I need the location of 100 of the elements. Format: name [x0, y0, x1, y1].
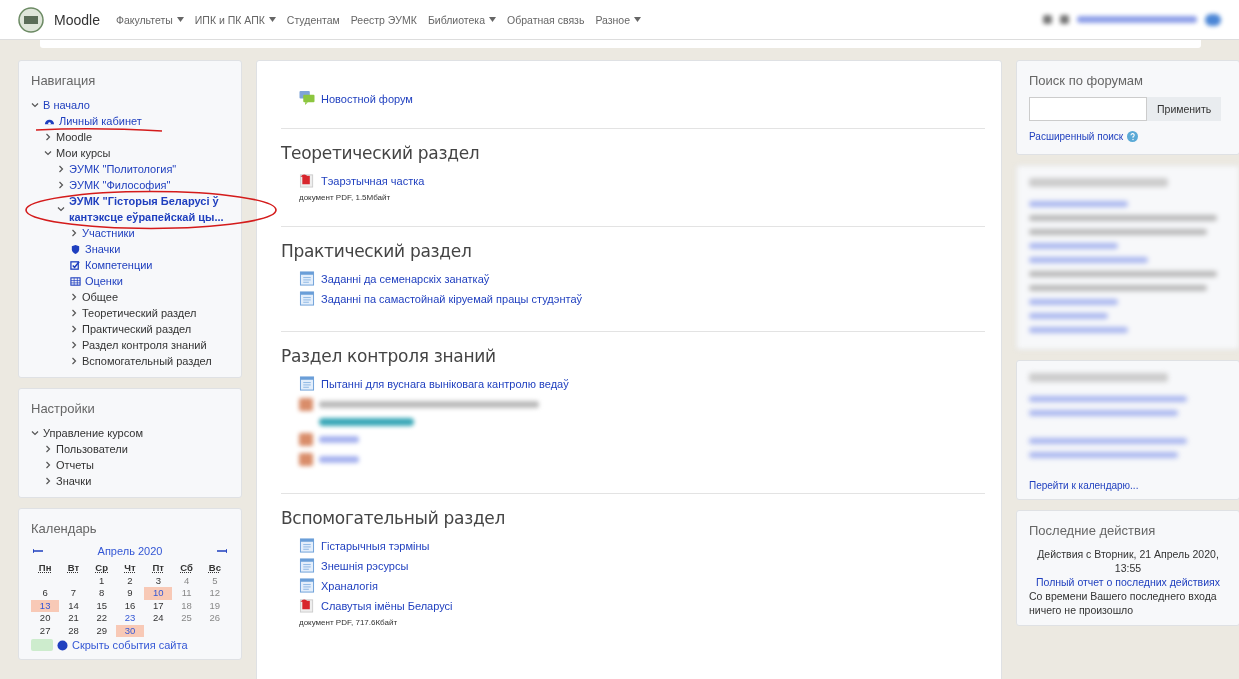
nav-item[interactable]: Общее	[82, 289, 119, 305]
document-page-icon	[299, 538, 315, 553]
apply-button[interactable]: Применить	[1147, 97, 1222, 121]
eye-icon[interactable]	[31, 639, 53, 652]
blurred-text	[319, 436, 359, 443]
menu-link[interactable]: Обратная связь	[507, 13, 585, 26]
caret-icon	[176, 17, 184, 22]
nav-item[interactable]: Раздел контроля знаний	[82, 337, 207, 353]
caret-icon	[268, 17, 276, 22]
month-link[interactable]: Апрель 2020	[97, 545, 163, 557]
advanced-search-link[interactable]: Расширенный поиск	[1029, 131, 1124, 142]
blurred-icon	[299, 453, 313, 466]
menu-link[interactable]: ИПК и ПК АПК	[194, 13, 276, 26]
menu-link[interactable]: Реестр ЭУМК	[350, 13, 417, 26]
full-report-link[interactable]: Полный отчет о последних действиях	[1029, 575, 1227, 589]
activity-link[interactable]: Тэарэтычная частка	[321, 174, 425, 187]
calendar-day: 8	[87, 587, 116, 600]
nav-item[interactable]: Moodle	[56, 129, 93, 145]
calendar-day: 5	[200, 575, 229, 588]
nav-item[interactable]: Значки	[85, 241, 121, 257]
nav-item[interactable]: В начало	[43, 97, 90, 113]
weekday-label: Вс	[207, 561, 222, 575]
caret-icon	[634, 17, 642, 22]
calendar-day: 15	[87, 599, 116, 613]
nav-item[interactable]: Компетенции	[85, 257, 153, 273]
search-field[interactable]	[1029, 97, 1147, 121]
calendar-day: 25	[172, 612, 201, 625]
nav-item[interactable]: Мои курсы	[56, 145, 111, 161]
calendar-day: 28	[59, 624, 88, 638]
calendar-day: 4	[172, 575, 201, 588]
shield-icon	[70, 243, 81, 255]
nav-item[interactable]: Отчеты	[56, 457, 95, 473]
calendar-day: 17	[144, 599, 173, 613]
calendar-day: 11	[172, 587, 201, 600]
file-info: документ PDF, 1.5Мбайт	[299, 193, 392, 202]
block-title: Поиск по форумам	[1029, 73, 1144, 88]
no-activity-text: Со времени Вашего последнего входа ничего не произошло	[1029, 589, 1218, 617]
calendar-day: 19	[200, 599, 229, 613]
calendar-day: 3	[144, 575, 173, 588]
previous-month-icon	[33, 548, 43, 554]
calendar-day: 22	[87, 612, 116, 625]
document-page-icon	[299, 291, 315, 306]
calendar-day: 2	[115, 575, 145, 588]
pdf-file-icon	[299, 173, 315, 188]
activity-link[interactable]: Заданні да семенарскіх занаткаў	[321, 272, 490, 285]
menu-link[interactable]: Разное	[595, 13, 642, 26]
pdf-file-icon	[299, 598, 315, 613]
document-page-icon	[299, 578, 315, 593]
menu-link[interactable]: Студентам	[286, 13, 340, 26]
go-to-calendar-link[interactable]: Перейти к календарю...	[1029, 480, 1227, 491]
section-title: Практический раздел	[281, 241, 473, 261]
section-title: Раздел контроля знаний	[281, 346, 497, 366]
calendar-day: 29	[87, 624, 116, 638]
weekday-label: Вт	[66, 561, 81, 575]
site-name[interactable]: Moodle	[54, 11, 100, 28]
document-page-icon	[299, 558, 315, 573]
activity-link[interactable]: Новостной форум	[321, 92, 413, 105]
help-icon	[1127, 131, 1139, 142]
nav-item[interactable]: Значки	[56, 473, 92, 489]
nav-item[interactable]: Теоретический раздел	[82, 305, 197, 321]
activity-link[interactable]: Славутыя імёны Беларусі	[321, 599, 453, 612]
calendar-day: 6	[31, 587, 60, 600]
blurred-icon	[299, 398, 313, 411]
activity-link[interactable]: Пытанні для вуснага выніковага кантролю ведаў	[321, 377, 569, 390]
blurred-text	[319, 456, 359, 463]
calendar-day: 24	[144, 612, 173, 625]
checkbox-icon	[70, 259, 81, 271]
calendar-day: 1	[87, 575, 116, 588]
calendar-day[interactable]: 23	[115, 612, 145, 625]
weekday-label: Ср	[94, 561, 110, 575]
forum-icon	[299, 91, 315, 106]
activity-link[interactable]: Гістарычныя тэрміны	[321, 539, 430, 552]
menu-link[interactable]: Библиотека	[427, 13, 496, 26]
nav-item[interactable]: ЭУМК "Философия"	[69, 177, 171, 193]
nav-item[interactable]: Участники	[82, 225, 135, 241]
nav-item[interactable]: ЭУМК "Политология"	[69, 161, 177, 177]
nav-item[interactable]: Оценки	[85, 273, 123, 289]
nav-item[interactable]: Практический раздел	[82, 321, 192, 337]
calendar-day: 26	[200, 612, 229, 625]
activity-link[interactable]: Знешнія рэсурсы	[321, 559, 409, 572]
weekday-label: Пт	[151, 561, 165, 575]
calendar-day[interactable]: 13	[31, 599, 60, 613]
hide-events-link[interactable]: Скрыть события сайта	[72, 639, 188, 652]
activity-link[interactable]: Заданні па самастойнай кіруемай працы студэнтаў	[321, 292, 583, 305]
activity-link[interactable]: Храналогія	[321, 579, 378, 592]
nav-item[interactable]: Вспомогательный раздел	[82, 353, 212, 369]
nav-item[interactable]: Личный кабинет	[59, 113, 142, 129]
calendar-day: 16	[115, 599, 145, 613]
calendar-day: 20	[31, 612, 60, 625]
document-page-icon	[299, 271, 315, 286]
block-title: Последние действия	[1029, 523, 1157, 538]
nav-item[interactable]: Управление курсом	[43, 425, 143, 441]
calendar-day: 14	[59, 599, 88, 613]
calendar-day: 21	[59, 612, 88, 625]
section-title: Вспомогательный раздел	[281, 508, 507, 528]
table-icon	[70, 275, 81, 287]
nav-item[interactable]: Пользователи	[56, 441, 128, 457]
calendar-day[interactable]: 10	[144, 587, 173, 600]
calendar-day[interactable]: 30	[115, 624, 145, 638]
menu-link[interactable]: Факультеты	[115, 13, 184, 26]
